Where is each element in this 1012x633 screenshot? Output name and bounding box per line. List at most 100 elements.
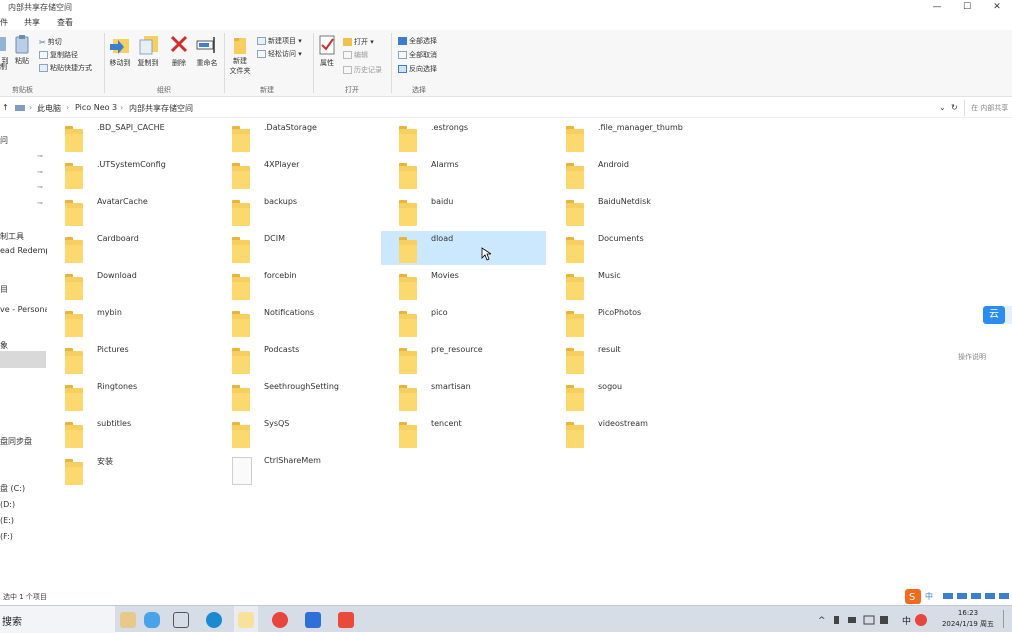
sidebar-item[interactable]: ead Redemp [0, 246, 50, 255]
folder-item[interactable]: Pictures [47, 342, 212, 376]
ime-lang[interactable]: 中 [925, 591, 933, 602]
address-dropdown-icon[interactable]: ⌄ [939, 103, 946, 112]
chrome-icon[interactable] [272, 612, 288, 628]
show-desktop-button[interactable] [1003, 610, 1011, 628]
sidebar-item[interactable]: (F:) [0, 532, 13, 541]
folder-item[interactable]: result [548, 342, 713, 376]
sidebar-item[interactable]: 盘 (C:) [0, 483, 25, 494]
pinned-app-icon[interactable] [305, 612, 321, 628]
clock[interactable]: 16:23 2024/1/19 周五 [935, 608, 1001, 630]
select-none-button[interactable]: 全部取消 [398, 50, 437, 60]
folder-item[interactable]: pico [381, 305, 546, 339]
paste-button[interactable]: 粘贴 [13, 34, 31, 66]
folder-item[interactable]: pre_resource [381, 342, 546, 376]
folder-item[interactable]: Cardboard [47, 231, 212, 265]
folder-item[interactable]: .estrongs [381, 120, 546, 154]
copy-path-button[interactable]: 复制路径 [39, 50, 78, 60]
folder-item[interactable]: SysQS [214, 416, 379, 450]
folder-item[interactable]: Notifications [214, 305, 379, 339]
search-input[interactable]: 在 内部共享 [964, 100, 1012, 116]
task-view-icon[interactable] [173, 612, 189, 628]
folder-item[interactable]: SeethroughSetting [214, 379, 379, 413]
folder-item[interactable]: tencent [381, 416, 546, 450]
app-icon[interactable] [144, 612, 160, 628]
folder-item[interactable]: Documents [548, 231, 713, 265]
folder-item[interactable]: videostream [548, 416, 713, 450]
sidebar-item[interactable]: (E:) [0, 516, 14, 525]
folder-item[interactable]: .DataStorage [214, 120, 379, 154]
folder-item[interactable]: Ringtones [47, 379, 212, 413]
folder-item[interactable]: .UTSystemConfig [47, 157, 212, 191]
select-all-button[interactable]: 全部选择 [398, 36, 437, 46]
system-tray-icons[interactable]: ^ [818, 613, 928, 627]
tab-share[interactable]: 共享 [24, 17, 40, 28]
breadcrumb-pico-neo-3[interactable]: Pico Neo 3 [75, 103, 117, 112]
cut-button[interactable]: ✂ 剪切 [39, 37, 62, 47]
status-text: 选中 1 个项目 [3, 593, 47, 601]
folder-icon [65, 274, 83, 300]
sidebar-item[interactable]: 象 [0, 340, 8, 351]
tray-language[interactable]: 中 [902, 614, 911, 627]
tab-view[interactable]: 查看 [57, 17, 73, 28]
properties-check-icon [319, 35, 335, 55]
sidebar-item[interactable]: 问 [0, 135, 8, 146]
folder-item[interactable]: smartisan [381, 379, 546, 413]
folder-item[interactable]: BaiduNetdisk [548, 194, 713, 228]
sidebar-item[interactable]: 盘同步盘 [0, 436, 32, 447]
breadcrumb-this-pc[interactable]: 此电脑 [37, 103, 61, 114]
sidebar-item[interactable]: 目 [0, 284, 8, 295]
file-item[interactable]: CtrlShareMem [214, 453, 379, 487]
history-button[interactable]: 历史记录 [343, 65, 382, 75]
pinned-app-icon[interactable] [338, 612, 354, 628]
up-button[interactable]: ↑ [2, 103, 9, 112]
folder-item[interactable]: Music [548, 268, 713, 302]
folder-item[interactable]: Movies [381, 268, 546, 302]
close-button[interactable]: ✕ [982, 0, 1012, 15]
easy-access-button[interactable]: 轻松访问 ▾ [257, 49, 302, 59]
sidebar-item[interactable]: 制工具 [0, 231, 24, 242]
open-button[interactable]: 打开 ▾ [343, 37, 374, 47]
folder-item[interactable]: 安装 [47, 453, 212, 487]
pin-icon: ⊸ [37, 199, 43, 207]
refresh-icon[interactable]: ↻ [951, 103, 958, 112]
copy-button[interactable]: 制 [0, 62, 7, 72]
folder-item[interactable]: Download [47, 268, 212, 302]
new-folder-button[interactable]: 新建 文件夹 [227, 34, 253, 76]
folder-item[interactable]: PicoPhotos [548, 305, 713, 339]
sidebar-item[interactable]: ve - Persona [0, 305, 49, 314]
move-to-button[interactable]: 移动到 [107, 34, 133, 68]
folder-item[interactable]: AvatarCache [47, 194, 212, 228]
sidebar-item[interactable]: (D:) [0, 500, 15, 509]
breadcrumb-internal-storage[interactable]: 内部共享存储空间 [129, 103, 193, 114]
folder-item[interactable]: sogou [548, 379, 713, 413]
delete-button[interactable]: 删除 [168, 34, 190, 68]
rename-button[interactable]: 重命名 [194, 34, 220, 68]
folder-item[interactable]: backups [214, 194, 379, 228]
edit-button[interactable]: 编辑 [343, 50, 368, 60]
properties-button[interactable]: 属性 [316, 34, 338, 68]
folder-item[interactable]: baidu [381, 194, 546, 228]
new-item-button[interactable]: 新建项目 ▾ [257, 36, 302, 46]
maximize-button[interactable]: ☐ [952, 0, 982, 15]
invert-selection-button[interactable]: 反向选择 [398, 64, 437, 74]
taskbar-search[interactable]: 搜索 [0, 606, 115, 633]
folder-item[interactable]: dload [381, 231, 546, 265]
folder-item[interactable]: mybin [47, 305, 212, 339]
edge-icon[interactable] [206, 612, 222, 628]
paste-shortcut-label: 粘贴快捷方式 [50, 64, 92, 72]
minimize-button[interactable]: — [922, 0, 952, 15]
tab-file[interactable]: 件 [0, 17, 8, 28]
folder-item[interactable]: Alarms [381, 157, 546, 191]
folder-item[interactable]: .BD_SAPI_CACHE [47, 120, 212, 154]
folder-item[interactable]: DCIM [214, 231, 379, 265]
folder-item[interactable]: Podcasts [214, 342, 379, 376]
folder-item[interactable]: 4XPlayer [214, 157, 379, 191]
translate-widget-button[interactable]: 云 [983, 306, 1005, 324]
copy-to-button[interactable]: 复制到 [135, 34, 161, 68]
paste-shortcut-button[interactable]: 粘贴快捷方式 [39, 63, 92, 73]
folder-item[interactable]: .file_manager_thumb [548, 120, 713, 154]
folder-item[interactable]: Android [548, 157, 713, 191]
widget-icon[interactable] [120, 612, 136, 628]
folder-item[interactable]: subtitles [47, 416, 212, 450]
folder-item[interactable]: forcebin [214, 268, 379, 302]
